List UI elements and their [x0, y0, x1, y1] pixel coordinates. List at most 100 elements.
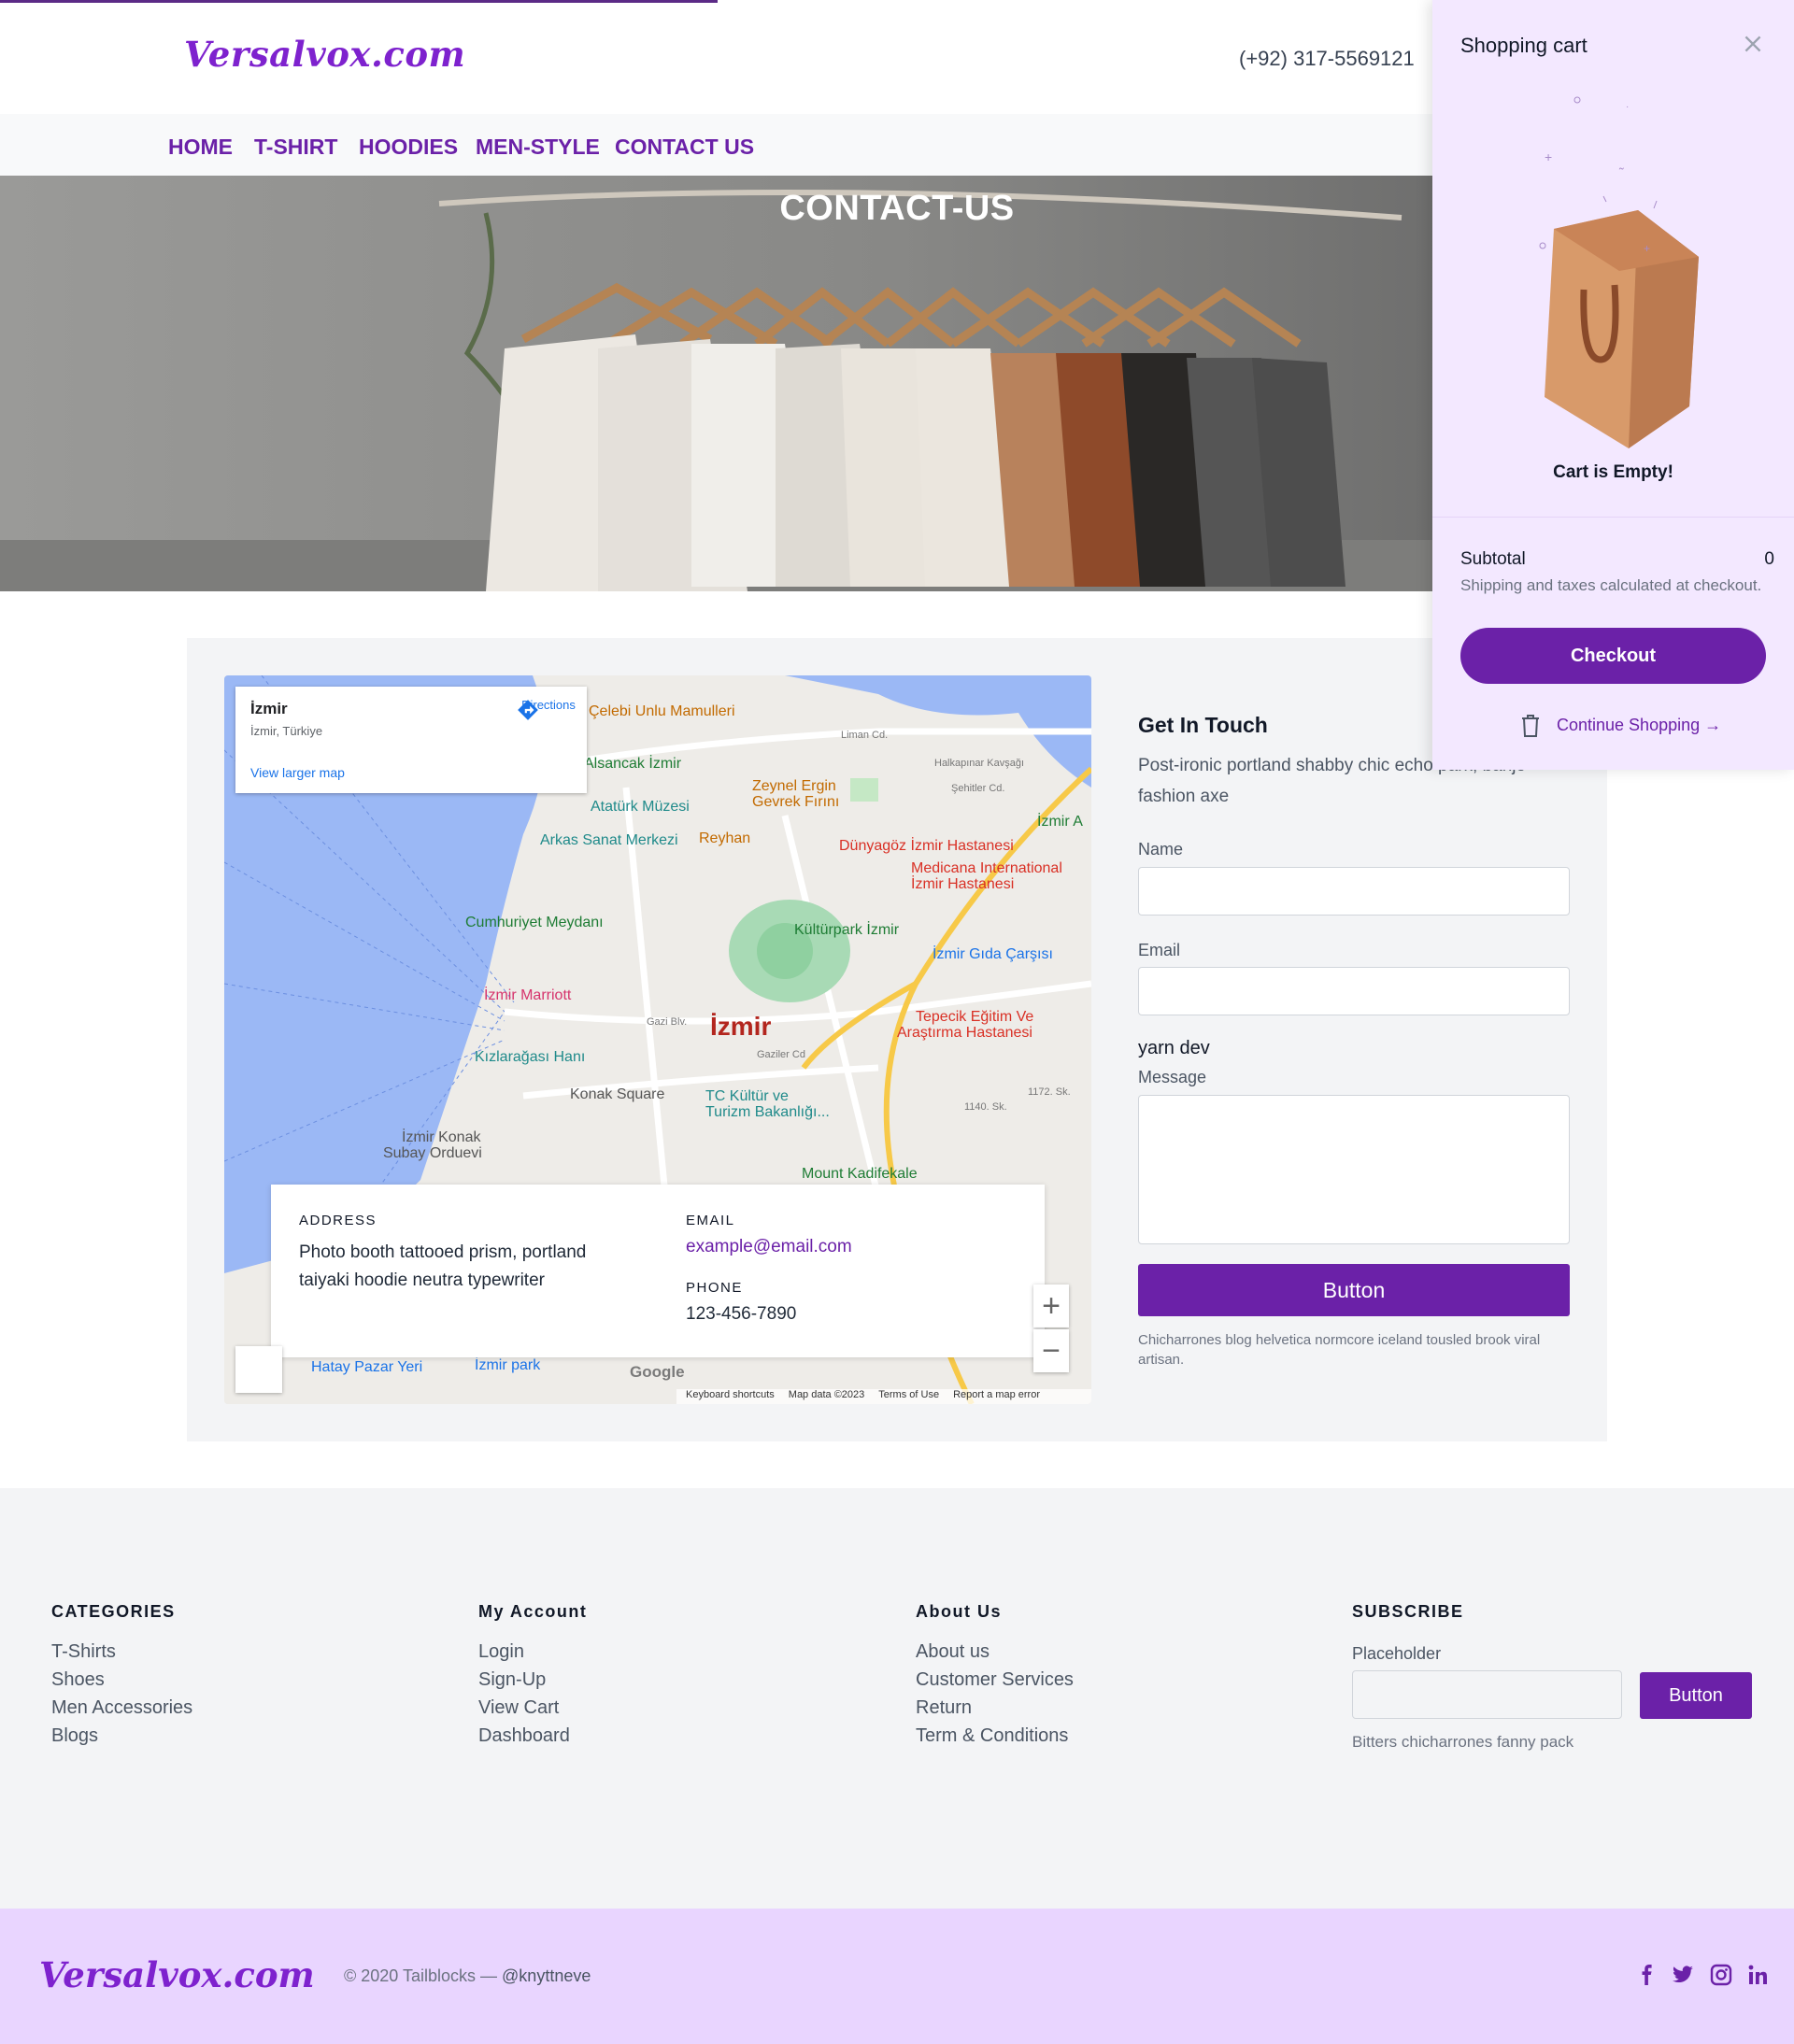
twitter-icon[interactable]	[1671, 1964, 1695, 1986]
continue-shopping-link[interactable]: Continue Shopping →	[1557, 716, 1721, 735]
footer-heading-my-account: My Account	[478, 1602, 588, 1621]
message-label: Message	[1138, 1068, 1207, 1086]
map-label[interactable]: Alsancak İzmir	[584, 756, 681, 773]
footer-heading-subscribe: SUBSCRIBE	[1352, 1602, 1464, 1621]
map-zoom-in-button[interactable]: +	[1033, 1285, 1069, 1327]
message-textarea[interactable]	[1138, 1095, 1570, 1244]
submit-button[interactable]: Button	[1138, 1264, 1570, 1316]
footer-link[interactable]: View Cart	[478, 1697, 559, 1719]
map-label[interactable]: Medicana International	[911, 860, 1062, 877]
nav-hoodies[interactable]: HOODIES	[359, 135, 458, 160]
footer-logo[interactable]: Versalvox.com	[39, 1954, 315, 1995]
checkout-button[interactable]: Checkout	[1460, 628, 1766, 684]
footer-link[interactable]: Sign-Up	[478, 1669, 546, 1691]
map-label[interactable]: Mount Kadifekale	[802, 1166, 918, 1183]
address-label: ADDRESS	[299, 1213, 377, 1228]
close-icon[interactable]	[1741, 32, 1765, 56]
empty-bag-illustration: · + ˷ +	[1507, 89, 1731, 462]
linkedin-icon[interactable]	[1747, 1964, 1770, 1986]
email-label: EMAIL	[686, 1213, 735, 1228]
copyright-label: © 2020 Tailblocks —	[344, 1966, 498, 1985]
footer-link[interactable]: Return	[916, 1697, 972, 1719]
facebook-icon[interactable]	[1637, 1964, 1658, 1986]
map-label[interactable]: İzmir Hastanesi	[911, 876, 1014, 893]
map-label[interactable]: Reyhan	[699, 830, 750, 847]
phone-text: 123-456-7890	[686, 1304, 797, 1324]
phone-label: PHONE	[686, 1280, 743, 1296]
map-label[interactable]: İzmir Konak	[402, 1129, 480, 1146]
shopping-cart-drawer: Shopping cart · + ˷ + Cart is Empty! Sub…	[1432, 0, 1794, 770]
map-label[interactable]: Subay Orduevi	[383, 1145, 482, 1162]
map-label[interactable]: Zeynel Ergin	[752, 778, 836, 795]
subscribe-label: Placeholder	[1352, 1644, 1442, 1663]
report-error-link[interactable]: Report a map error	[953, 1389, 1040, 1404]
contact-info-card: ADDRESS Photo booth tattooed prism, port…	[271, 1185, 1045, 1357]
footer-link[interactable]: Term & Conditions	[916, 1725, 1068, 1747]
street-label: Şehitler Cd.	[951, 783, 1005, 794]
footer-link[interactable]: Blogs	[51, 1725, 98, 1747]
svg-text:+: +	[1644, 242, 1650, 255]
view-larger-map-link[interactable]: View larger map	[250, 765, 345, 780]
map-label[interactable]: Gevrek Fırını	[752, 794, 839, 811]
footer-link[interactable]: T-Shirts	[51, 1641, 116, 1663]
map-zoom-out-button[interactable]: −	[1033, 1329, 1069, 1372]
email-input[interactable]	[1138, 967, 1570, 1015]
footer-link[interactable]: Shoes	[51, 1669, 105, 1691]
instagram-icon[interactable]	[1710, 1964, 1732, 1986]
nav-contact-us[interactable]: CONTACT US	[615, 135, 754, 160]
svg-text:˷: ˷	[1618, 155, 1624, 171]
footer-heading-about-us: About Us	[916, 1602, 1002, 1621]
name-label: Name	[1138, 840, 1184, 859]
keyboard-shortcuts-link[interactable]: Keyboard shortcuts	[686, 1389, 775, 1404]
map-label[interactable]: Tepecik Eğitim Ve	[916, 1009, 1033, 1026]
nav-t-shirt[interactable]: T-SHIRT	[254, 135, 337, 160]
map-label[interactable]: Turizm Bakanlığı...	[705, 1104, 830, 1121]
header-phone: (+92) 317-5569121	[1239, 47, 1415, 70]
map-place-sub: İzmir, Türkiye	[250, 724, 323, 738]
directions-icon	[518, 700, 538, 720]
terms-link[interactable]: Terms of Use	[878, 1389, 939, 1404]
footer-link[interactable]: Dashboard	[478, 1725, 570, 1747]
trash-icon	[1520, 714, 1541, 738]
cart-summary: Subtotal 0 Shipping and taxes calculated…	[1432, 517, 1794, 770]
footer-link[interactable]: About us	[916, 1641, 990, 1663]
map-label[interactable]: Dünyagöz İzmir Hastanesi	[839, 838, 1014, 855]
footer-link[interactable]: Men Accessories	[51, 1697, 192, 1719]
map-label[interactable]: İzmir Marriott	[484, 987, 571, 1004]
directions-button[interactable]: Directions	[516, 698, 581, 720]
map-label[interactable]: Atatürk Müzesi	[591, 799, 690, 816]
map-label[interactable]: İzmir park	[475, 1357, 540, 1374]
map-label[interactable]: Araştırma Hastanesi	[897, 1025, 1032, 1042]
map-pegman-button[interactable]	[235, 1346, 282, 1393]
author-link[interactable]: @knyttneve	[502, 1966, 591, 1985]
map-place-name: İzmir	[250, 700, 288, 717]
map-label[interactable]: İzmir A	[1037, 814, 1083, 830]
nav-home[interactable]: HOME	[168, 135, 233, 160]
subtotal-label: Subtotal	[1460, 549, 1526, 569]
map-label[interactable]: TC Kültür ve	[705, 1088, 789, 1105]
name-input[interactable]	[1138, 867, 1570, 916]
address-text: Photo booth tattooed prism, portland tai…	[299, 1242, 587, 1290]
subtotal-value: 0	[1764, 549, 1774, 569]
email-label: Email	[1138, 941, 1181, 959]
google-logo: Google	[630, 1363, 685, 1381]
map-label[interactable]: Kızlarağası Hanı	[475, 1049, 585, 1066]
footer-heading-categories: CATEGORIES	[51, 1602, 176, 1621]
site-logo[interactable]: Versalvox.com	[184, 34, 465, 75]
map-label[interactable]: Hatay Pazar Yeri	[311, 1359, 422, 1376]
subscribe-button[interactable]: Button	[1640, 1672, 1752, 1719]
subscribe-input[interactable]	[1352, 1670, 1622, 1719]
map-footer-links: Keyboard shortcuts Map data ©2023 Terms …	[676, 1389, 1091, 1404]
map-label[interactable]: Kültürpark İzmir	[794, 922, 899, 939]
map-label[interactable]: Arkas Sanat Merkezi	[540, 832, 678, 849]
page-load-progress-bar	[0, 0, 718, 3]
footer-link[interactable]: Customer Services	[916, 1669, 1074, 1691]
map-label[interactable]: İzmir Gıda Çarşısı	[933, 946, 1053, 963]
nav-men-style[interactable]: MEN-STYLE	[476, 135, 600, 160]
map-label[interactable]: Cumhuriyet Meydanı	[465, 915, 604, 931]
map-label[interactable]: Çelebi Unlu Mamulleri	[589, 703, 735, 720]
footer-link[interactable]: Login	[478, 1641, 524, 1663]
map-label[interactable]: Konak Square	[570, 1086, 664, 1103]
google-map[interactable]: Çelebi Unlu Mamulleri Alsancak İzmir Ata…	[224, 675, 1091, 1404]
email-link[interactable]: example@email.com	[686, 1237, 852, 1257]
